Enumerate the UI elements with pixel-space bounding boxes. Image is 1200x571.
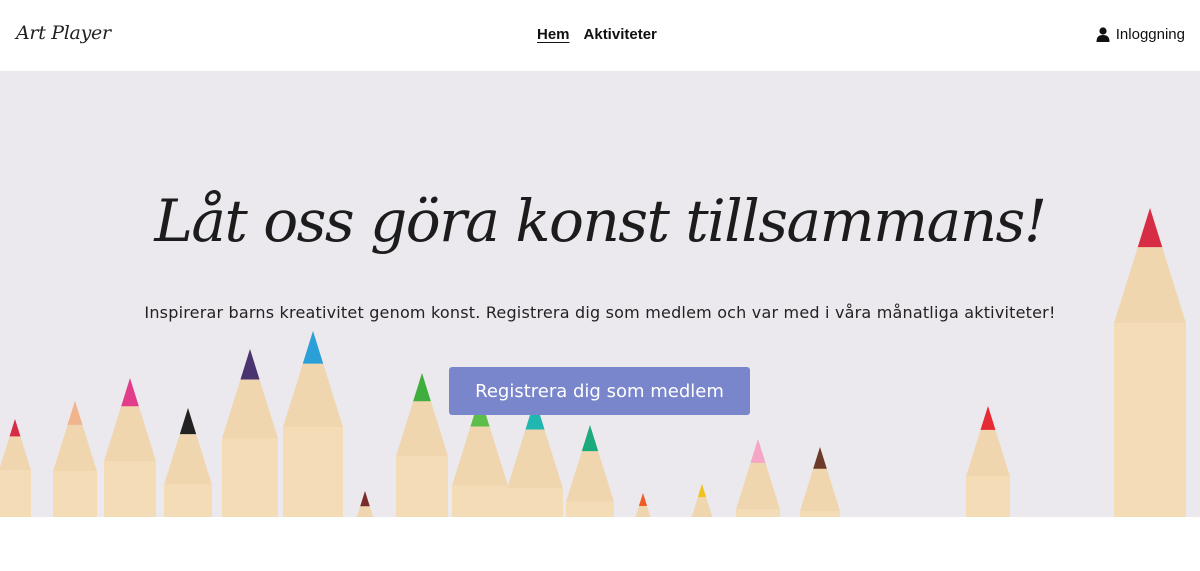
pencil-tip bbox=[638, 493, 648, 507]
pencil-tip bbox=[179, 408, 197, 435]
user-icon bbox=[1096, 27, 1110, 42]
pencil-tip bbox=[980, 406, 996, 430]
pencil-tip bbox=[9, 419, 21, 437]
nav-item-hem[interactable]: Hem bbox=[537, 26, 570, 43]
pencil-body bbox=[396, 456, 448, 517]
pencil-body bbox=[507, 488, 563, 517]
pencils-background-image bbox=[0, 208, 1186, 517]
pencil-body bbox=[283, 427, 343, 517]
pencil-tip bbox=[581, 425, 599, 452]
pencil-body bbox=[566, 501, 614, 517]
hero-section: Låt oss göra konst tillsammans! Inspirer… bbox=[0, 71, 1200, 517]
hero-subtitle: Inspirerar barns kreativitet genom konst… bbox=[144, 303, 1056, 322]
pencil-body bbox=[800, 511, 840, 517]
pencil-tip bbox=[697, 484, 707, 498]
pencil-body bbox=[1114, 323, 1186, 517]
pencil-body bbox=[53, 471, 97, 517]
pencil-tip bbox=[813, 447, 827, 469]
pencil-body bbox=[164, 484, 212, 517]
pencil-tip bbox=[750, 439, 766, 463]
register-member-button[interactable]: Registrera dig som medlem bbox=[449, 367, 750, 415]
pencil-tip bbox=[302, 331, 324, 364]
pencil-body bbox=[452, 485, 508, 517]
pencil-body bbox=[0, 470, 31, 517]
main-nav: Hem Aktiviteter bbox=[537, 26, 657, 43]
pencil-body bbox=[736, 509, 780, 517]
login-link[interactable]: Inloggning bbox=[1096, 26, 1185, 43]
pencil-tip bbox=[240, 349, 260, 380]
pencil-tip bbox=[121, 378, 139, 407]
login-label: Inloggning bbox=[1115, 26, 1185, 43]
pencil-tip bbox=[67, 401, 83, 425]
pencil-tip bbox=[360, 491, 370, 507]
pencil-body bbox=[966, 476, 1010, 517]
nav-item-aktiviteter[interactable]: Aktiviteter bbox=[584, 26, 657, 43]
pencil-body bbox=[104, 461, 156, 517]
pencil-body bbox=[222, 438, 278, 517]
pencil-tip bbox=[413, 373, 431, 402]
hero-title: Låt oss göra konst tillsammans! bbox=[154, 187, 1047, 255]
logo[interactable]: Art Player bbox=[16, 22, 111, 44]
top-navbar: Art Player Hem Aktiviteter Inloggning bbox=[0, 0, 1200, 71]
